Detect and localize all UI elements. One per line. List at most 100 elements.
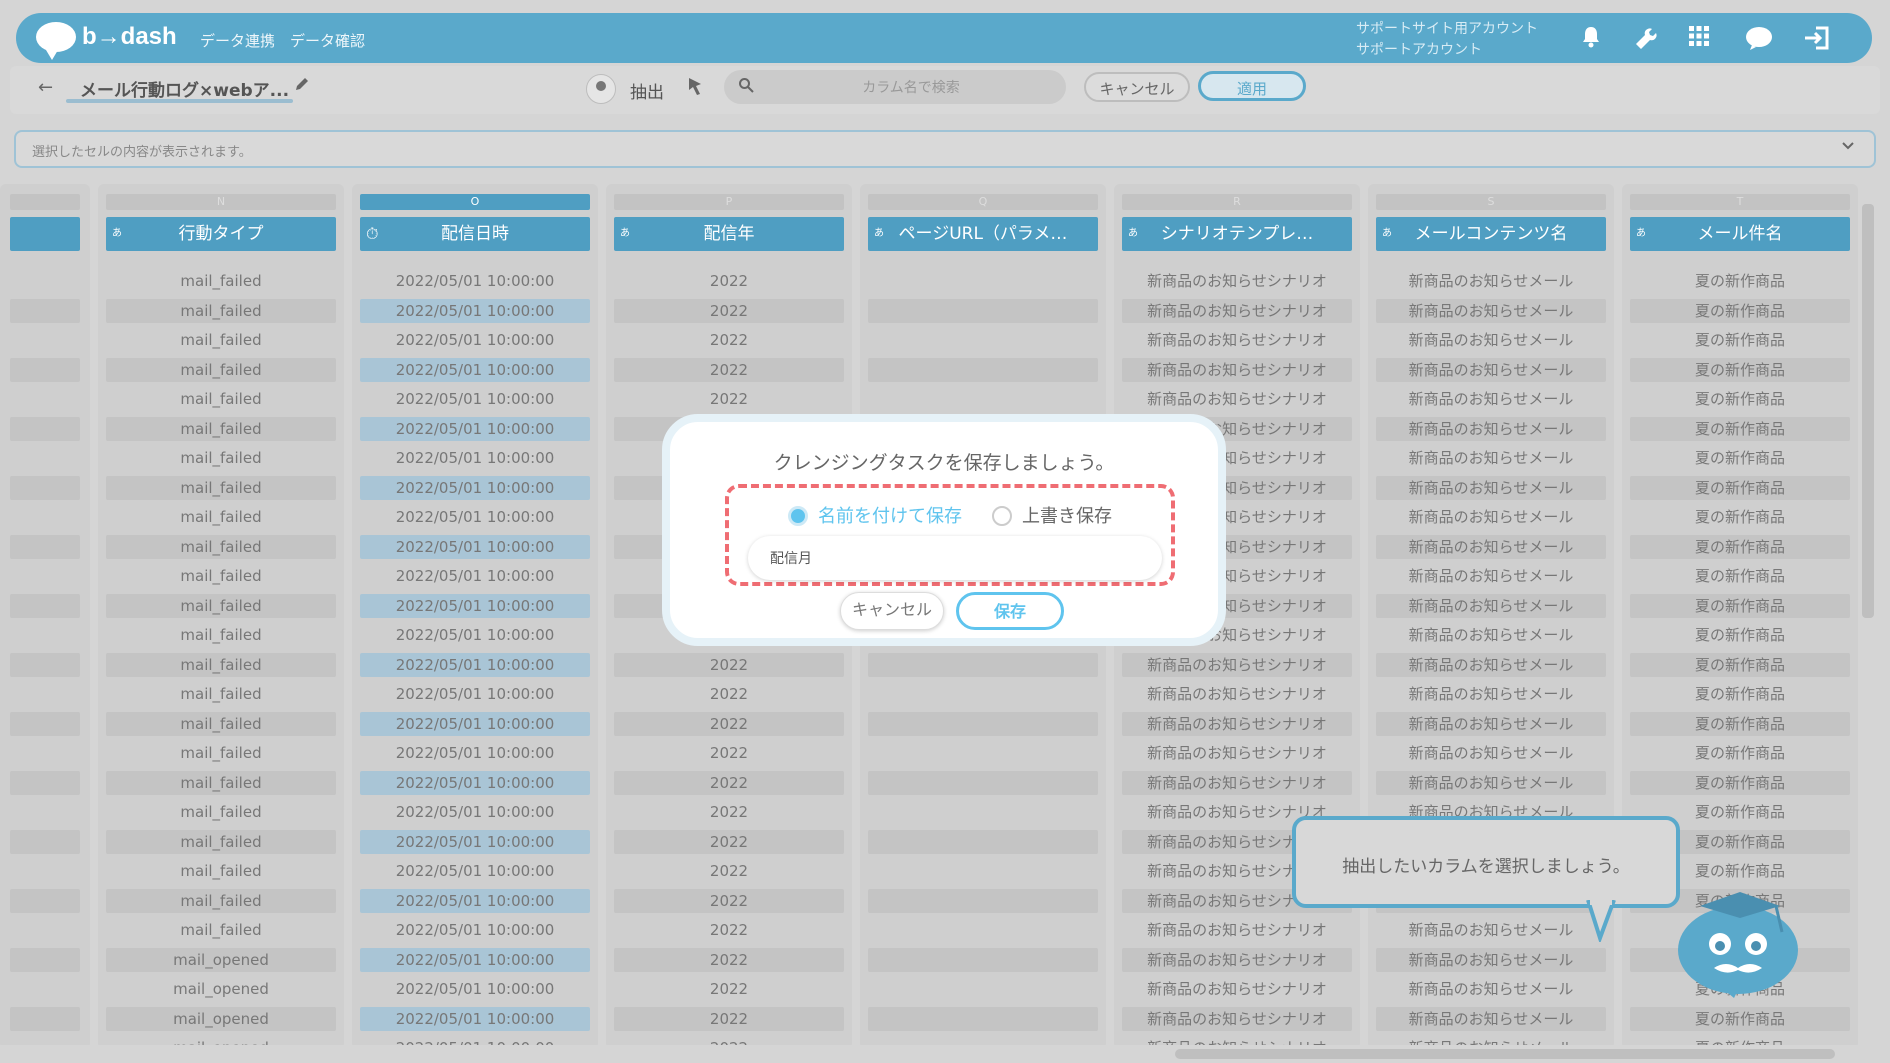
table-cell[interactable]: 新商品のお知らせメール bbox=[1376, 387, 1606, 411]
table-cell[interactable]: 2022/05/01 10:00:00 bbox=[360, 741, 590, 765]
table-cell[interactable]: mail_failed bbox=[106, 505, 336, 529]
table-cell[interactable]: 新商品のお知らせメール bbox=[1376, 652, 1606, 677]
table-cell[interactable] bbox=[10, 298, 80, 323]
table-cell[interactable] bbox=[10, 446, 80, 470]
table-cell[interactable]: mail_failed bbox=[106, 623, 336, 647]
bell-icon[interactable] bbox=[1576, 25, 1606, 53]
table-cell[interactable]: 2022/05/01 10:00:00 bbox=[360, 1006, 590, 1031]
table-cell[interactable]: 新商品のお知らせメール bbox=[1376, 947, 1606, 972]
table-cell[interactable] bbox=[10, 682, 80, 706]
table-cell[interactable]: 新商品のお知らせメール bbox=[1376, 770, 1606, 795]
table-cell[interactable]: 夏の新作商品 bbox=[1630, 593, 1850, 618]
table-cell[interactable] bbox=[10, 269, 80, 293]
table-cell[interactable]: mail_failed bbox=[106, 888, 336, 913]
table-cell[interactable] bbox=[868, 859, 1098, 883]
table-cell[interactable]: 新商品のお知らせメール bbox=[1376, 682, 1606, 706]
apply-button[interactable]: 適用 bbox=[1198, 71, 1306, 101]
table-cell[interactable]: 2022/05/01 10:00:00 bbox=[360, 682, 590, 706]
table-cell[interactable] bbox=[10, 593, 80, 618]
table-cell[interactable]: 2022/05/01 10:00:00 bbox=[360, 475, 590, 500]
table-cell[interactable]: 2022 bbox=[614, 269, 844, 293]
table-cell[interactable]: 2022 bbox=[614, 741, 844, 765]
table-cell[interactable] bbox=[10, 416, 80, 441]
table-cell[interactable]: mail_failed bbox=[106, 800, 336, 824]
table-cell[interactable]: 新商品のお知らせシナリオ bbox=[1122, 682, 1352, 706]
table-cell[interactable]: 夏の新作商品 bbox=[1630, 446, 1850, 470]
table-cell[interactable] bbox=[10, 947, 80, 972]
table-cell[interactable] bbox=[868, 652, 1098, 677]
column-header[interactable]: ⏱ 配信日時 bbox=[360, 217, 590, 251]
table-cell[interactable]: 2022 bbox=[614, 918, 844, 942]
partial-column[interactable] bbox=[0, 184, 90, 1049]
column-letter[interactable]: T bbox=[1630, 194, 1850, 210]
table-cell[interactable] bbox=[868, 387, 1098, 411]
table-cell[interactable]: mail_failed bbox=[106, 269, 336, 293]
table-cell[interactable]: 新商品のお知らせシナリオ bbox=[1122, 770, 1352, 795]
column-header[interactable] bbox=[10, 217, 80, 251]
table-cell[interactable]: 2022/05/01 10:00:00 bbox=[360, 859, 590, 883]
table-cell[interactable]: 2022 bbox=[614, 770, 844, 795]
support-bubble-icon[interactable] bbox=[1744, 25, 1774, 53]
table-cell[interactable]: 2022/05/01 10:00:00 bbox=[360, 947, 590, 972]
table-cell[interactable]: 2022 bbox=[614, 1006, 844, 1031]
table-cell[interactable] bbox=[868, 1006, 1098, 1031]
table-cell[interactable]: 新商品のお知らせシナリオ bbox=[1122, 1006, 1352, 1031]
table-cell[interactable]: 新商品のお知らせシナリオ bbox=[1122, 298, 1352, 323]
page-title[interactable]: メール行動ログ×webア... bbox=[80, 76, 289, 101]
table-cell[interactable]: mail_failed bbox=[106, 770, 336, 795]
table-cell[interactable]: mail_failed bbox=[106, 711, 336, 736]
column-header[interactable]: あ メールコンテンツ名 bbox=[1376, 217, 1606, 251]
table-cell[interactable]: 2022 bbox=[614, 652, 844, 677]
table-cell[interactable]: 2022/05/01 10:00:00 bbox=[360, 298, 590, 323]
table-cell[interactable]: 夏の新作商品 bbox=[1630, 387, 1850, 411]
table-cell[interactable] bbox=[10, 918, 80, 942]
radio-overwrite[interactable]: 上書き保存 bbox=[992, 502, 1112, 528]
table-cell[interactable]: mail_failed bbox=[106, 564, 336, 588]
table-cell[interactable]: 2022/05/01 10:00:00 bbox=[360, 770, 590, 795]
table-cell[interactable]: 新商品のお知らせシナリオ bbox=[1122, 269, 1352, 293]
table-cell[interactable] bbox=[10, 564, 80, 588]
table-cell[interactable] bbox=[10, 357, 80, 382]
table-cell[interactable]: 新商品のお知らせシナリオ bbox=[1122, 947, 1352, 972]
table-cell[interactable]: 新商品のお知らせメール bbox=[1376, 298, 1606, 323]
table-cell[interactable]: mail_opened bbox=[106, 1006, 336, 1031]
table-cell[interactable] bbox=[10, 475, 80, 500]
table-cell[interactable]: mail_opened bbox=[106, 977, 336, 1001]
table-cell[interactable]: 新商品のお知らせメール bbox=[1376, 505, 1606, 529]
nav-data-link[interactable]: データ連携 bbox=[200, 30, 275, 51]
horizontal-scroll-thumb[interactable] bbox=[1175, 1049, 1835, 1059]
table-cell[interactable]: mail_failed bbox=[106, 298, 336, 323]
table-cell[interactable]: mail_failed bbox=[106, 829, 336, 854]
table-cell[interactable] bbox=[868, 711, 1098, 736]
table-cell[interactable]: 2022 bbox=[614, 829, 844, 854]
table-cell[interactable]: mail_failed bbox=[106, 446, 336, 470]
column-letter[interactable]: N bbox=[106, 194, 336, 210]
table-cell[interactable]: 2022/05/01 10:00:00 bbox=[360, 593, 590, 618]
table-cell[interactable] bbox=[868, 682, 1098, 706]
table-cell[interactable]: 新商品のお知らせシナリオ bbox=[1122, 387, 1352, 411]
chevron-down-icon[interactable] bbox=[1842, 138, 1854, 154]
table-cell[interactable]: 夏の新作商品 bbox=[1630, 1006, 1850, 1031]
table-cell[interactable]: 2022/05/01 10:00:00 bbox=[360, 623, 590, 647]
table-cell[interactable]: 2022 bbox=[614, 387, 844, 411]
table-cell[interactable]: 新商品のお知らせメール bbox=[1376, 534, 1606, 559]
table-cell[interactable]: 夏の新作商品 bbox=[1630, 770, 1850, 795]
table-cell[interactable]: mail_failed bbox=[106, 475, 336, 500]
horizontal-scrollbar[interactable] bbox=[0, 1045, 1858, 1063]
table-cell[interactable] bbox=[10, 770, 80, 795]
table-cell[interactable]: 2022 bbox=[614, 298, 844, 323]
dialog-cancel-button[interactable]: キャンセル bbox=[840, 592, 944, 630]
extract-tool-icon[interactable] bbox=[586, 74, 616, 104]
table-cell[interactable]: mail_failed bbox=[106, 741, 336, 765]
table-cell[interactable]: mail_failed bbox=[106, 387, 336, 411]
table-cell[interactable] bbox=[868, 357, 1098, 382]
formula-bar[interactable]: 選択したセルの内容が表示されます。 bbox=[14, 130, 1876, 168]
table-cell[interactable]: 新商品のお知らせメール bbox=[1376, 328, 1606, 352]
table-cell[interactable]: 夏の新作商品 bbox=[1630, 682, 1850, 706]
column-letter[interactable] bbox=[10, 194, 80, 210]
table-cell[interactable] bbox=[10, 1006, 80, 1031]
table-cell[interactable] bbox=[868, 800, 1098, 824]
table-cell[interactable]: 2022 bbox=[614, 859, 844, 883]
column-letter[interactable]: O bbox=[360, 194, 590, 210]
table-cell[interactable]: mail_failed bbox=[106, 593, 336, 618]
